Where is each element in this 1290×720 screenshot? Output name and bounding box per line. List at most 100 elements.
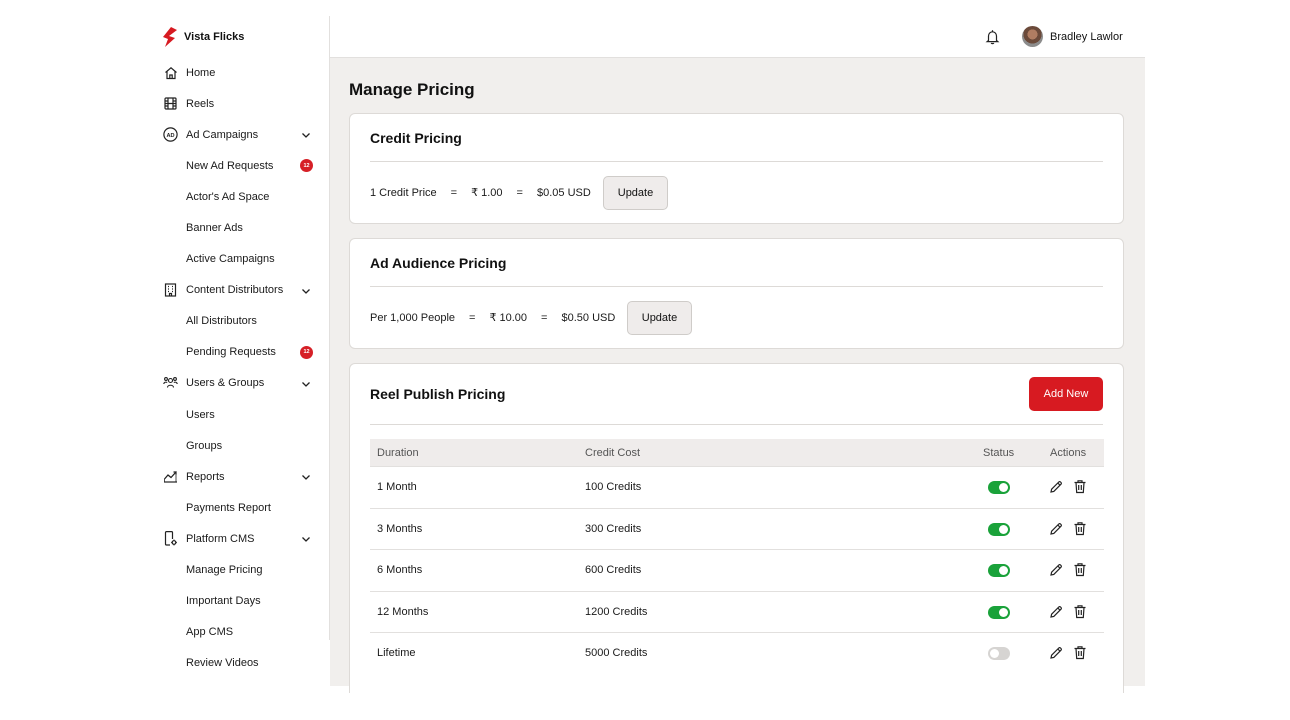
equals-sign: = xyxy=(450,186,458,199)
duration-cell: 1 Month xyxy=(377,481,417,493)
credit-cost-cell: 100 Credits xyxy=(585,481,642,493)
sidebar-item-app-cms[interactable]: App CMS xyxy=(152,617,330,648)
sidebar-item-label: Active Campaigns xyxy=(186,253,275,266)
duration-cell: 12 Months xyxy=(377,605,429,618)
brand-name: Vista Flicks xyxy=(184,31,245,43)
update-audience-price-button[interactable]: Update xyxy=(627,301,692,335)
sidebar-item-label: Users xyxy=(186,408,215,421)
sidebar-item-banner-ads[interactable]: Banner Ads xyxy=(152,212,330,243)
edit-icon[interactable] xyxy=(1049,646,1063,660)
sidebar-item-payments-report[interactable]: Payments Report xyxy=(152,492,330,523)
chevron-down-icon[interactable] xyxy=(300,533,312,545)
edit-icon[interactable] xyxy=(1049,522,1063,536)
sidebar-item-ad-campaigns[interactable]: AD Ad Campaigns xyxy=(152,119,330,150)
equals-sign: = xyxy=(469,311,476,324)
sidebar: Vista Flicks Home Reels AD Ad Campaigns … xyxy=(152,16,330,669)
status-toggle[interactable] xyxy=(988,481,1010,494)
trash-icon[interactable] xyxy=(1073,521,1087,536)
table-row: Lifetime 5000 Credits xyxy=(370,632,1104,674)
notification-badge: 12 xyxy=(300,159,313,173)
audience-price-row: Per 1,000 People = ₹ 10.00 = $0.50 USD xyxy=(370,311,629,325)
sidebar-item-label: Review Videos xyxy=(186,657,259,670)
sidebar-item-active-campaigns[interactable]: Active Campaigns xyxy=(152,244,330,275)
table-header: Duration Credit Cost Status Actions xyxy=(370,439,1104,466)
top-bar: Bradley Lawlor xyxy=(330,16,1145,58)
column-header-duration: Duration xyxy=(377,447,419,459)
sidebar-item-home[interactable]: Home xyxy=(152,57,330,88)
credit-cost-cell: 1200 Credits xyxy=(585,605,648,618)
chevron-down-icon[interactable] xyxy=(300,285,312,297)
sidebar-item-label: Users & Groups xyxy=(186,377,265,390)
sidebar-item-label: Reports xyxy=(186,470,225,483)
sidebar-item-manage-pricing[interactable]: Manage Pricing xyxy=(152,555,330,586)
table-row: 12 Months 1200 Credits xyxy=(370,590,1104,633)
sidebar-item-users-groups[interactable]: Users & Groups xyxy=(152,368,330,399)
page-title: Manage Pricing xyxy=(349,80,475,99)
users-icon xyxy=(163,376,178,391)
brand[interactable]: Vista Flicks xyxy=(162,27,244,47)
trash-icon[interactable] xyxy=(1073,645,1087,660)
sidebar-item-reels[interactable]: Reels xyxy=(152,88,330,119)
sidebar-item-reports[interactable]: Reports xyxy=(152,461,330,492)
sidebar-item-new-ad-requests[interactable]: New Ad Requests 12 xyxy=(152,150,330,181)
sidebar-item-platform-cms[interactable]: Platform CMS xyxy=(152,523,330,554)
edit-icon[interactable] xyxy=(1049,605,1063,619)
sidebar-item-important-days[interactable]: Important Days xyxy=(152,586,330,617)
column-header-credit-cost: Credit Cost xyxy=(585,447,641,459)
sidebar-item-all-distributors[interactable]: All Distributors xyxy=(152,306,330,337)
credit-cost-cell: 5000 Credits xyxy=(585,647,648,659)
card-title: Credit Pricing xyxy=(370,130,462,146)
status-toggle[interactable] xyxy=(988,522,1010,536)
sidebar-item-actors-ad-space[interactable]: Actor's Ad Space xyxy=(152,181,330,212)
sidebar-item-label: Banner Ads xyxy=(186,222,243,235)
bell-icon[interactable] xyxy=(985,29,1000,45)
column-header-actions: Actions xyxy=(1050,447,1087,459)
equals-sign: = xyxy=(541,311,548,324)
credit-price-row: 1 Credit Price = ₹ 1.00 = $0.05 USD xyxy=(370,186,605,200)
edit-icon[interactable] xyxy=(1049,563,1063,577)
trash-icon[interactable] xyxy=(1073,604,1087,619)
add-new-button[interactable]: Add New xyxy=(1029,377,1103,411)
notification-badge: 12 xyxy=(300,345,313,359)
credit-pricing-card: Credit Pricing 1 Credit Price = ₹ 1.00 =… xyxy=(349,113,1124,224)
sidebar-item-users[interactable]: Users xyxy=(152,399,330,430)
table-row: 3 Months 300 Credits xyxy=(370,507,1104,550)
credit-cost-cell: 600 Credits xyxy=(585,564,642,576)
card-title: Ad Audience Pricing xyxy=(370,255,507,271)
status-toggle[interactable] xyxy=(988,605,1010,619)
svg-text:AD: AD xyxy=(166,133,174,139)
divider xyxy=(370,424,1103,425)
user-name[interactable]: Bradley Lawlor xyxy=(1050,31,1123,43)
trash-icon[interactable] xyxy=(1073,562,1087,577)
sidebar-item-label: Reels xyxy=(186,97,215,110)
chevron-down-icon[interactable] xyxy=(300,378,312,390)
building-icon xyxy=(163,283,178,298)
price-label: Per 1,000 People xyxy=(370,311,456,324)
chevron-down-icon[interactable] xyxy=(300,471,312,483)
card-title: Reel Publish Pricing xyxy=(370,386,506,402)
sidebar-item-label: New Ad Requests xyxy=(186,159,274,172)
sidebar-item-pending-requests[interactable]: Pending Requests 12 xyxy=(152,337,330,368)
update-credit-price-button[interactable]: Update xyxy=(603,176,668,210)
inr-value: ₹ 1.00 xyxy=(471,187,503,199)
status-toggle[interactable] xyxy=(988,647,1010,660)
sidebar-item-groups[interactable]: Groups xyxy=(152,430,330,461)
table-row: 6 Months 600 Credits xyxy=(370,549,1104,591)
sidebar-item-content-distributors[interactable]: Content Distributors xyxy=(152,275,330,306)
credit-cost-cell: 300 Credits xyxy=(585,522,642,535)
reel-pricing-card: Reel Publish Pricing Add New Duration Cr… xyxy=(349,363,1124,693)
sidebar-item-review-videos[interactable]: Review Videos xyxy=(152,648,330,679)
divider xyxy=(370,286,1103,287)
pricing-table: Duration Credit Cost Status Actions 1 Mo… xyxy=(370,439,1104,674)
status-toggle[interactable] xyxy=(988,564,1010,577)
chevron-down-icon[interactable] xyxy=(300,129,312,141)
edit-icon[interactable] xyxy=(1049,480,1063,494)
film-icon xyxy=(163,96,178,111)
sidebar-item-label: App CMS xyxy=(186,626,234,639)
sidebar-item-label: Content Distributors xyxy=(186,284,284,297)
column-header-status: Status xyxy=(983,447,1015,459)
trash-icon[interactable] xyxy=(1073,479,1087,494)
main-content: Manage Pricing Credit Pricing 1 Credit P… xyxy=(330,58,1145,693)
inr-value: ₹ 10.00 xyxy=(489,312,528,324)
avatar[interactable] xyxy=(1022,26,1043,47)
